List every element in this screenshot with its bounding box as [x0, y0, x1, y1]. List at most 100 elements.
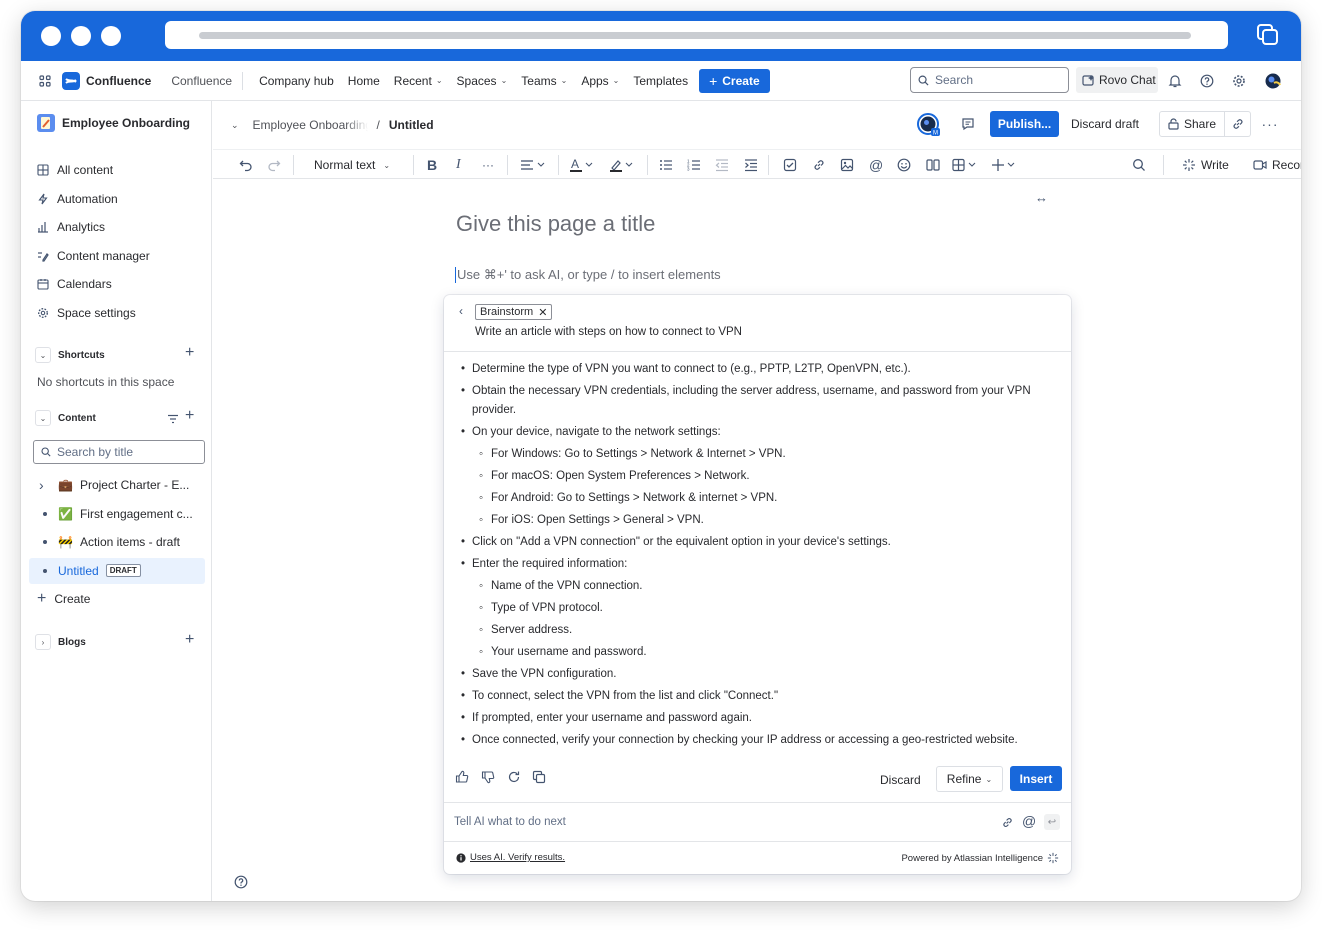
share-button[interactable]: Share [1159, 111, 1225, 137]
comment-icon[interactable] [961, 117, 975, 131]
rovo-chat-button[interactable]: Rovo Chat [1076, 67, 1158, 93]
thumbs-down-icon[interactable] [481, 770, 495, 784]
discard-draft-button[interactable]: Discard draft [1065, 111, 1145, 137]
chevron-down-icon[interactable]: ⌄ [35, 410, 51, 426]
table-icon[interactable] [952, 157, 980, 173]
link-icon[interactable] [812, 157, 826, 173]
numbered-list-icon[interactable]: 123 [687, 157, 701, 173]
space-header[interactable]: Employee Onboarding [21, 111, 212, 135]
record-button[interactable]: Record [1253, 157, 1301, 173]
undo-icon[interactable] [239, 157, 253, 173]
sidebar-item-content-manager[interactable]: Content manager [21, 244, 212, 268]
thumbs-up-icon[interactable] [455, 770, 469, 784]
mention-icon[interactable]: @ [1022, 813, 1036, 829]
editor-body-hint[interactable]: Use ⌘+' to ask AI, or type / to insert e… [455, 267, 721, 283]
ai-followup-input[interactable]: Tell AI what to do next @ ↩ [444, 802, 1071, 842]
nav-item-templates[interactable]: Templates [626, 68, 695, 94]
sidebar-item-all-content[interactable]: All content [21, 158, 212, 182]
chevron-right-icon[interactable]: › [39, 477, 51, 493]
copy-link-button[interactable] [1225, 111, 1251, 137]
mention-icon[interactable]: @ [869, 157, 883, 173]
nav-item-home[interactable]: Home [341, 68, 387, 94]
collaborator-avatar[interactable]: M [917, 113, 941, 137]
content-tree-item[interactable]: 🚧 Action items - draft [29, 529, 205, 555]
window-minimize-dot[interactable] [71, 26, 91, 46]
user-avatar[interactable] [1265, 73, 1281, 89]
emoji-icon[interactable] [897, 157, 911, 173]
confluence-logo[interactable]: Confluence [62, 71, 151, 90]
publish-button[interactable]: Publish... [990, 111, 1059, 137]
ai-write-button[interactable]: Write [1182, 157, 1229, 173]
breadcrumb-parent[interactable]: Employee Onboarding [253, 118, 368, 132]
brainstorm-tag[interactable]: Brainstorm ✕ [475, 304, 553, 320]
app-switcher-icon[interactable] [39, 74, 51, 87]
text-style-dropdown[interactable]: Normal text ⌄ [314, 157, 390, 173]
window-close-dot[interactable] [41, 26, 61, 46]
sidebar-item-space-settings[interactable]: Space settings [21, 301, 212, 325]
space-switcher-label[interactable]: Confluence [171, 74, 232, 88]
filter-icon[interactable] [167, 413, 179, 425]
nav-item-spaces[interactable]: Spaces ⌄ [450, 68, 515, 94]
link-icon[interactable] [1001, 816, 1014, 829]
page-title-input[interactable]: Give this page a title [456, 211, 655, 237]
content-tree-item[interactable]: Untitled DRAFT [29, 557, 205, 584]
text-color-icon[interactable]: A [569, 157, 597, 173]
search-by-title-input[interactable]: Search by title [33, 440, 205, 464]
alignment-icon[interactable] [520, 157, 548, 173]
italic-icon[interactable]: I [456, 157, 461, 173]
insert-more-icon[interactable] [991, 157, 1019, 173]
discard-button[interactable]: Discard [880, 773, 921, 787]
chevron-down-icon[interactable]: ⌄ [35, 347, 51, 363]
sidebar-item-calendars[interactable]: Calendars [21, 272, 212, 296]
close-icon[interactable]: ✕ [538, 306, 547, 319]
insert-button[interactable]: Insert [1010, 766, 1062, 791]
outdent-icon[interactable] [715, 157, 729, 173]
bullet-list-icon[interactable] [659, 157, 673, 173]
content-tree-item[interactable]: › 💼 Project Charter - E... [29, 472, 205, 498]
window-maximize-dot[interactable] [101, 26, 121, 46]
toolbar-divider [293, 155, 294, 175]
layout-columns-icon[interactable] [926, 157, 940, 173]
refine-dropdown[interactable]: Refine ⌄ [936, 766, 1003, 792]
more-formatting-icon[interactable]: ··· [482, 157, 494, 173]
submit-enter-icon[interactable]: ↩ [1044, 814, 1060, 830]
add-content-plus-icon[interactable]: + [185, 407, 194, 425]
help-icon[interactable] [1200, 74, 1214, 88]
add-shortcut-plus-icon[interactable]: + [185, 344, 194, 362]
content-section-header[interactable]: ⌄ Content [21, 406, 212, 430]
nav-item-apps[interactable]: Apps ⌄ [574, 68, 626, 94]
expand-width-icon[interactable]: ↔ [1035, 190, 1048, 205]
settings-gear-icon[interactable] [1232, 74, 1246, 88]
blogs-section-header[interactable]: › Blogs [21, 630, 212, 654]
redo-icon[interactable] [267, 157, 281, 173]
task-checkbox-icon[interactable] [783, 157, 797, 173]
global-search-input[interactable]: Search [910, 67, 1069, 93]
add-blog-plus-icon[interactable]: + [185, 631, 194, 649]
nav-item-recent[interactable]: Recent ⌄ [387, 68, 450, 94]
copy-icon[interactable] [532, 770, 546, 784]
chevron-right-icon[interactable]: › [35, 634, 51, 650]
notifications-bell-icon[interactable] [1168, 74, 1182, 88]
create-button[interactable]: + Create [699, 68, 770, 93]
image-icon[interactable] [840, 157, 854, 173]
nav-item-teams[interactable]: Teams ⌄ [514, 68, 574, 94]
nav-item-company-hub[interactable]: Company hub [252, 68, 341, 94]
indent-icon[interactable] [744, 157, 758, 173]
shortcuts-section-header[interactable]: ⌄ Shortcuts [21, 343, 212, 367]
regenerate-icon[interactable] [507, 770, 521, 784]
sidebar-create-button[interactable]: + Create [21, 587, 212, 611]
highlight-icon[interactable] [609, 157, 637, 173]
more-actions-icon[interactable]: ··· [1259, 111, 1281, 137]
sidebar-item-analytics[interactable]: Analytics [21, 215, 212, 239]
ai-disclaimer[interactable]: Uses AI. Verify results. [456, 852, 565, 863]
sidebar-item-automation[interactable]: Automation [21, 187, 212, 211]
chevron-down-icon[interactable]: ⌄ [231, 120, 239, 131]
content-tree-item[interactable]: ✅ First engagement c... [29, 501, 205, 527]
tabs-overview-icon[interactable] [1257, 24, 1279, 46]
tree-bullet [43, 540, 47, 544]
back-chevron-icon[interactable]: ‹ [459, 304, 463, 318]
address-bar[interactable] [165, 21, 1228, 49]
help-icon[interactable] [234, 875, 248, 889]
find-replace-icon[interactable] [1132, 157, 1146, 173]
bold-icon[interactable]: B [427, 157, 437, 173]
